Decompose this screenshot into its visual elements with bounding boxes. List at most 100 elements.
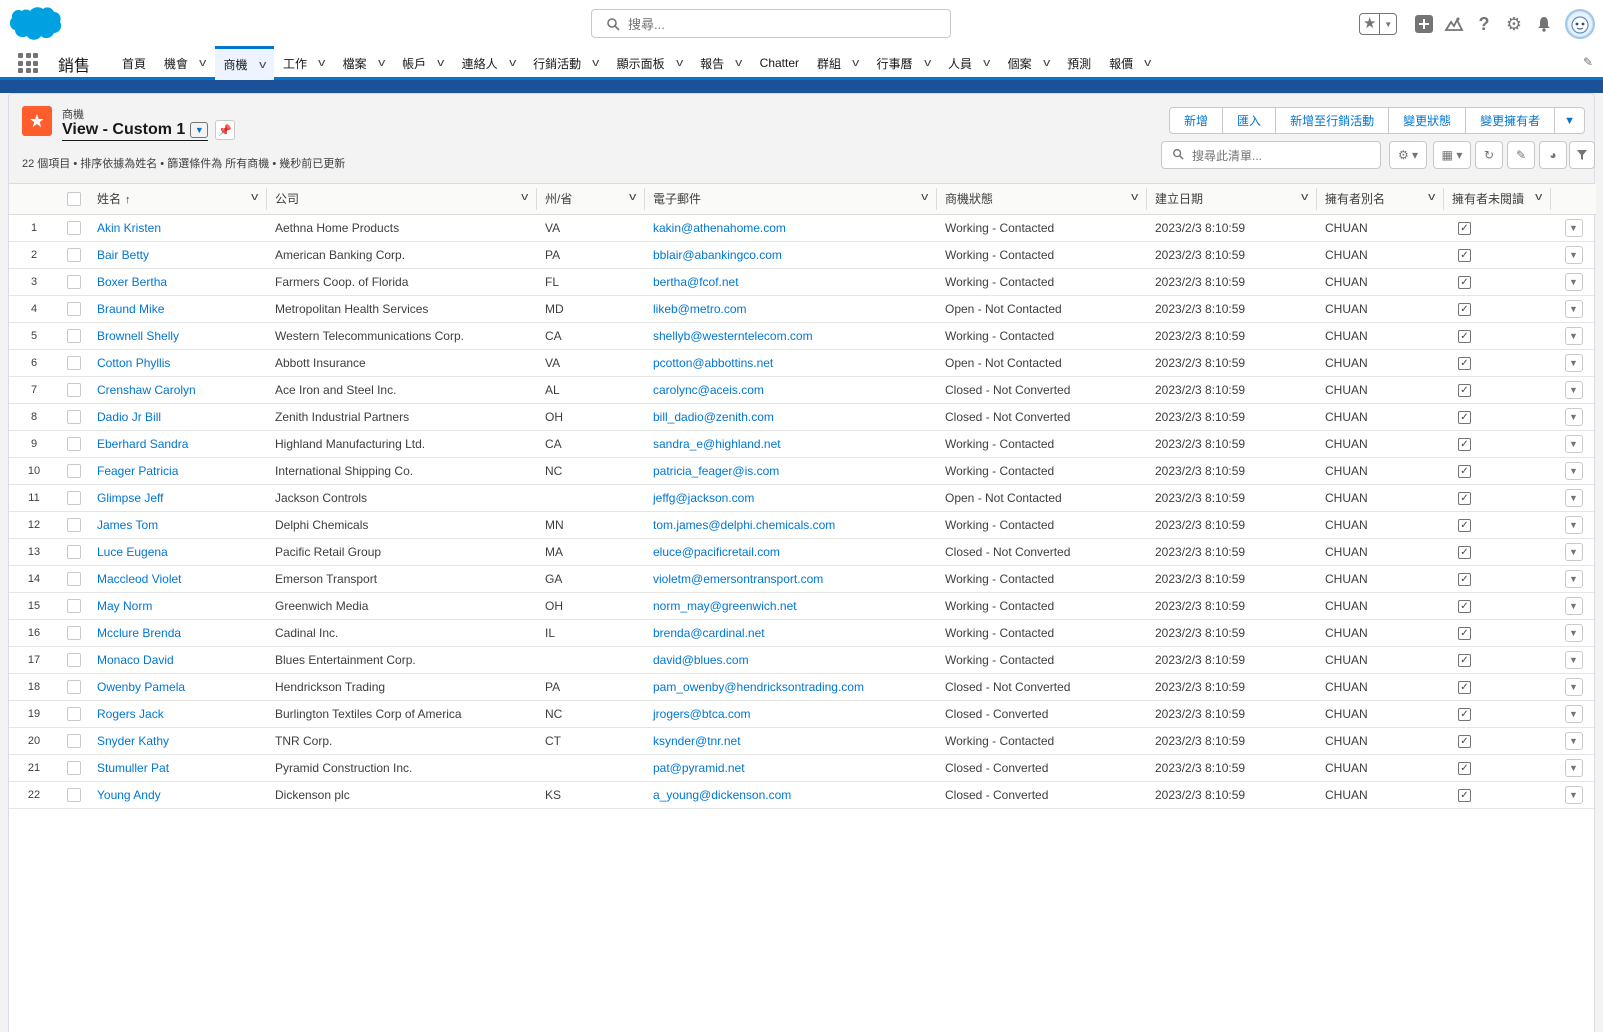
nav-tab[interactable]: 帳戶 v [393,46,453,80]
row-select-checkbox[interactable] [67,409,81,424]
trailhead-icon[interactable] [1439,9,1469,39]
row-actions-chevron-icon[interactable]: ▼ [1564,704,1583,723]
change-status-button[interactable]: 變更狀態 [1389,108,1467,133]
nav-tab[interactable]: 檔案 v [334,46,394,80]
chevron-down-icon[interactable]: v [1301,191,1308,203]
gear-icon[interactable]: ⚙ [1499,9,1529,39]
row-actions-cell[interactable]: ▼ [1551,376,1596,404]
row-actions-chevron-icon[interactable]: ▼ [1564,623,1583,642]
select-checkbox-cell[interactable] [59,403,89,431]
chevron-down-icon[interactable]: v [1131,191,1138,203]
row-actions-cell[interactable]: ▼ [1551,619,1596,647]
column-header-name[interactable]: 姓名 ↑ v [89,184,267,215]
email-link[interactable]: pcotton@abbottins.net [645,349,937,377]
row-actions-chevron-icon[interactable]: ▼ [1564,326,1583,345]
app-launcher-icon[interactable] [18,53,38,73]
lead-name-link[interactable]: Monaco David [89,646,267,674]
row-actions-cell[interactable]: ▼ [1551,754,1596,782]
row-select-checkbox[interactable] [67,436,81,451]
row-actions-cell[interactable]: ▼ [1551,646,1596,674]
lead-name-link[interactable]: Crenshaw Carolyn [89,376,267,404]
select-checkbox-cell[interactable] [59,754,89,782]
email-link[interactable]: patricia_feager@is.com [645,457,937,485]
filter-icon[interactable] [1569,141,1595,169]
email-link[interactable]: sandra_e@highland.net [645,430,937,458]
list-settings-gear-icon[interactable]: ⚙ ▾ [1389,141,1427,169]
chevron-down-icon[interactable]: v [251,191,258,203]
user-avatar[interactable] [1565,9,1595,39]
import-button[interactable]: 匯入 [1223,108,1277,133]
chevron-down-icon[interactable]: v [437,57,444,69]
lead-name-link[interactable]: Maccleod Violet [89,565,267,593]
favorites-button[interactable]: ★ ▼ [1359,13,1397,35]
chevron-down-icon[interactable]: ▼ [1380,20,1396,29]
select-checkbox-cell[interactable] [59,322,89,350]
email-link[interactable]: bill_dadio@zenith.com [645,403,937,431]
row-actions-cell[interactable]: ▼ [1551,268,1596,296]
select-checkbox-cell[interactable] [59,565,89,593]
row-actions-cell[interactable]: ▼ [1551,457,1596,485]
row-actions-chevron-icon[interactable]: ▼ [1564,677,1583,696]
email-link[interactable]: a_young@dickenson.com [645,781,937,809]
nav-tab[interactable]: 報價 v [1100,46,1160,80]
chevron-down-icon[interactable]: v [592,57,599,69]
column-header-email[interactable]: 電子郵件 v [645,184,937,215]
chevron-down-icon[interactable]: v [509,57,516,69]
row-actions-chevron-icon[interactable]: ▼ [1564,353,1583,372]
salesforce-logo[interactable] [8,6,62,44]
lead-name-link[interactable]: Dadio Jr Bill [89,403,267,431]
bell-icon[interactable] [1529,9,1559,39]
email-link[interactable]: brenda@cardinal.net [645,619,937,647]
select-checkbox-cell[interactable] [59,349,89,377]
nav-tab[interactable]: 預測 [1058,46,1100,80]
lead-name-link[interactable]: May Norm [89,592,267,620]
row-select-checkbox[interactable] [67,625,81,640]
row-actions-chevron-icon[interactable]: ▼ [1564,596,1583,615]
select-checkbox-cell[interactable] [59,430,89,458]
email-link[interactable]: pam_owenby@hendricksontrading.com [645,673,937,701]
nav-tab[interactable]: 個案 v [999,46,1059,80]
list-view-selector[interactable]: View - Custom 1 ▼ [62,121,209,141]
select-checkbox-cell[interactable] [59,619,89,647]
row-actions-cell[interactable]: ▼ [1551,511,1596,539]
select-checkbox-cell[interactable] [59,268,89,296]
row-select-checkbox[interactable] [67,463,81,478]
lead-name-link[interactable]: Braund Mike [89,295,267,323]
row-select-checkbox[interactable] [67,679,81,694]
chevron-down-icon[interactable]: v [1535,191,1542,203]
pin-icon[interactable]: 📌 [215,120,235,140]
row-actions-cell[interactable]: ▼ [1551,565,1596,593]
select-checkbox-cell[interactable] [59,781,89,809]
row-select-checkbox[interactable] [67,571,81,586]
chevron-down-icon[interactable]: v [1144,57,1151,69]
nav-tab[interactable]: 連絡人 v [453,46,525,80]
row-select-checkbox[interactable] [67,706,81,721]
edit-nav-pencil-icon[interactable]: ✎ [1583,55,1593,69]
row-select-checkbox[interactable] [67,490,81,505]
row-select-checkbox[interactable] [67,220,81,235]
column-header-state[interactable]: 州/省 v [537,184,645,215]
email-link[interactable]: shellyb@westerntelecom.com [645,322,937,350]
chevron-down-icon[interactable]: v [735,57,742,69]
chevron-down-icon[interactable]: v [1428,191,1435,203]
chevron-down-icon[interactable]: v [983,57,990,69]
help-question-icon[interactable]: ? [1469,9,1499,39]
select-checkbox-cell[interactable] [59,538,89,566]
row-actions-cell[interactable]: ▼ [1551,592,1596,620]
row-select-checkbox[interactable] [67,355,81,370]
email-link[interactable]: kakin@athenahome.com [645,214,937,242]
lead-name-link[interactable]: Luce Eugena [89,538,267,566]
select-checkbox-cell[interactable] [59,673,89,701]
select-checkbox-cell[interactable] [59,484,89,512]
row-actions-cell[interactable]: ▼ [1551,673,1596,701]
row-select-checkbox[interactable] [67,652,81,667]
select-checkbox-cell[interactable] [59,511,89,539]
row-actions-cell[interactable]: ▼ [1551,214,1596,242]
lead-name-link[interactable]: Akin Kristen [89,214,267,242]
row-actions-cell[interactable]: ▼ [1551,781,1596,809]
row-actions-chevron-icon[interactable]: ▼ [1564,731,1583,750]
lead-name-link[interactable]: Brownell Shelly [89,322,267,350]
row-select-checkbox[interactable] [67,382,81,397]
select-checkbox-cell[interactable] [59,214,89,242]
nav-tab[interactable]: 商機 v [214,46,275,80]
